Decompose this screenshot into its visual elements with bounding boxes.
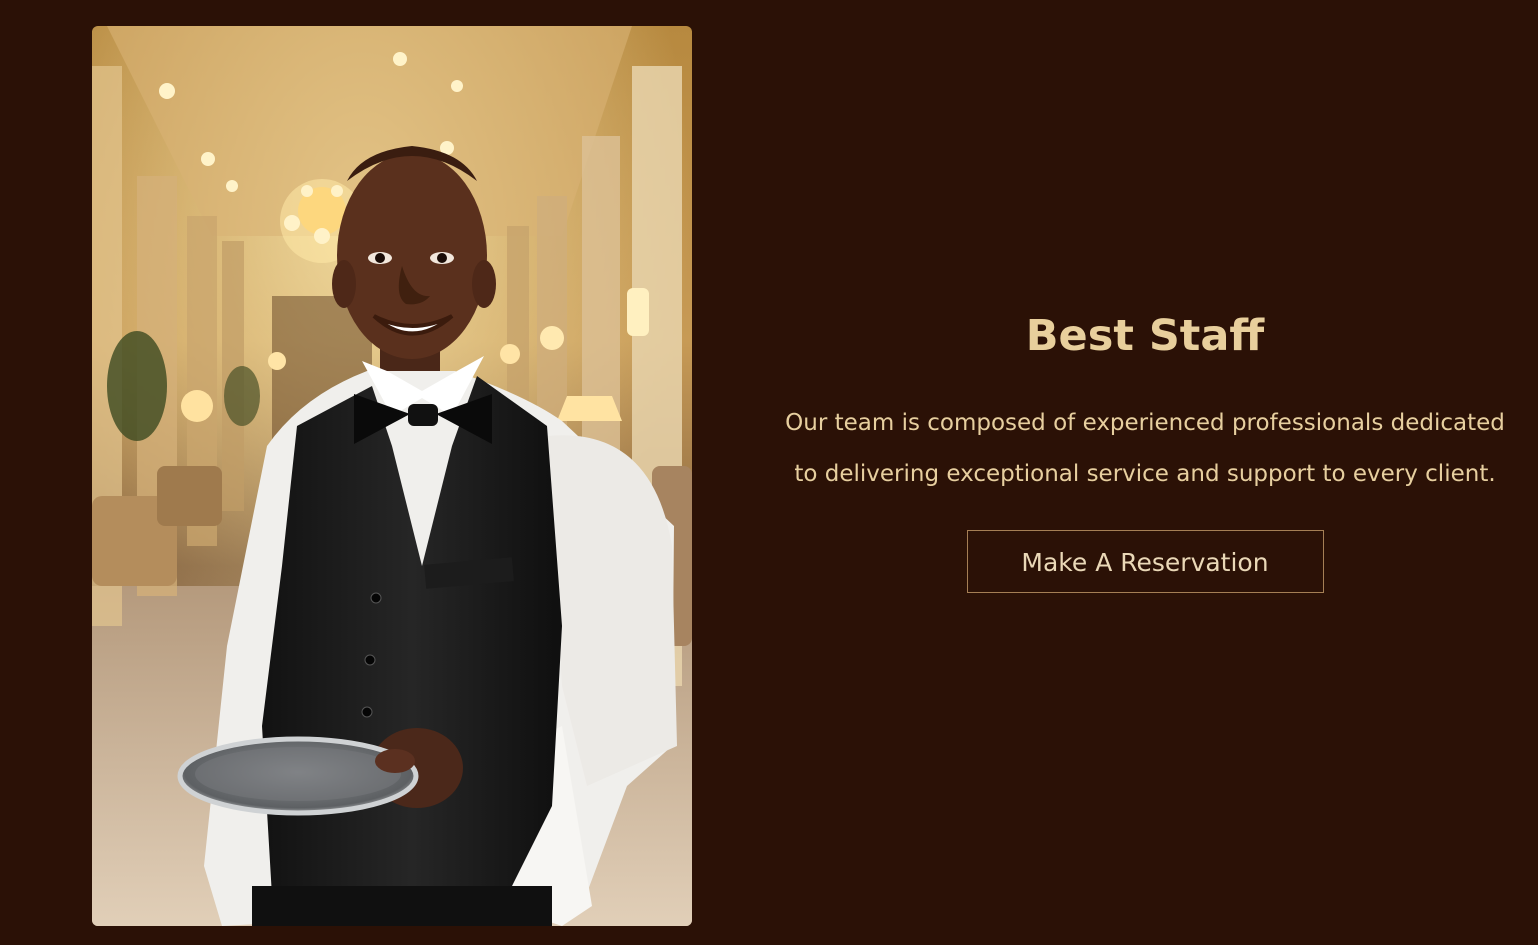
make-reservation-button[interactable]: Make A Reservation — [966, 530, 1324, 593]
section-title: Best Staff — [1025, 311, 1265, 361]
section-description: Our team is composed of experienced prof… — [785, 410, 1505, 487]
staff-photo — [92, 26, 692, 926]
staff-info: Best Staff Our team is composed of exper… — [780, 300, 1510, 593]
staff-section: Best Staff Our team is composed of exper… — [0, 0, 1538, 945]
